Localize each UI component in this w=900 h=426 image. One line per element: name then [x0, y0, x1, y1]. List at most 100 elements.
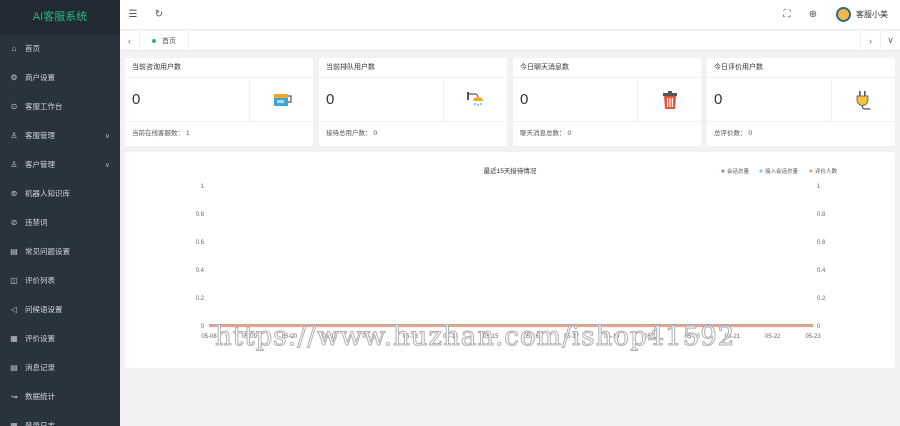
- sidebar-item[interactable]: ♙ 客户管理 ∨: [0, 150, 120, 179]
- users-icon: ♙: [10, 160, 18, 169]
- card-footer-label: 当前在线客服数：: [132, 130, 184, 137]
- sidebar-item-label: 客户管理: [25, 160, 55, 169]
- stat-cards: 当前咨询用户数 0 当前在线客服数： 1 当前排队用户数 0 接待总用户数： 0 今…: [125, 58, 895, 146]
- sidebar-item[interactable]: ◁ 问候语设置: [0, 295, 120, 324]
- y2-tick-label: 0: [817, 324, 821, 330]
- tab-more-icon[interactable]: ∨: [880, 30, 900, 51]
- card-footer-label: 接待总用户数：: [326, 130, 372, 137]
- sidebar-item-label: 消息记录: [25, 363, 55, 372]
- card-body: 0: [125, 77, 313, 122]
- y-tick-label: 1: [201, 184, 205, 190]
- sidebar-item[interactable]: ⚙ 商户设置: [0, 63, 120, 92]
- sidebar-item[interactable]: ▦ 评价设置: [0, 324, 120, 353]
- card-footer-value: 0: [748, 130, 753, 137]
- sidebar-item-label: 客服管理: [25, 131, 55, 140]
- card-value: 0: [326, 91, 335, 108]
- gear-icon: ⚙: [10, 73, 18, 82]
- message-icon: ▤: [10, 363, 18, 372]
- tab-label: 首页: [162, 37, 176, 45]
- stat-card: 当前咨询用户数 0 当前在线客服数： 1: [125, 58, 313, 146]
- log-icon: ▦: [10, 421, 18, 426]
- workbench-icon: ⊙: [10, 102, 18, 111]
- sidebar-item-label: 机器人知识库: [25, 189, 70, 198]
- sidebar-item[interactable]: ▦ 登录日志: [0, 411, 120, 426]
- card-footer-label: 总评价数：: [714, 130, 747, 137]
- sidebar-item-label: 首页: [25, 44, 40, 53]
- card-footer: 当前在线客服数： 1: [125, 122, 313, 146]
- sidebar-item[interactable]: ♙ 客服管理 ∨: [0, 121, 120, 150]
- username[interactable]: 客服小美: [856, 9, 888, 20]
- y2-tick-label: 0.8: [817, 212, 826, 218]
- y-tick-label: 0.4: [196, 268, 205, 274]
- sidebar-item[interactable]: ⊙ 客服工作台: [0, 92, 120, 121]
- chevron-down-icon: ∨: [104, 132, 110, 140]
- sidebar-item[interactable]: ↝ 数据统计: [0, 382, 120, 411]
- y2-tick-label: 0.2: [817, 296, 826, 302]
- card-title: 今日聊天消息数: [513, 58, 701, 78]
- sidebar-item-label: 问候语设置: [25, 305, 63, 314]
- card-title: 今日评价用户数: [707, 58, 895, 78]
- stat-card: 当前排队用户数 0 接待总用户数： 0: [319, 58, 507, 146]
- sidebar-item-label: 商户设置: [25, 73, 55, 82]
- x-tick-label: 05-23: [805, 334, 821, 340]
- robot-icon: ⊚: [10, 189, 18, 198]
- active-dot-icon: [152, 38, 156, 43]
- refresh-icon[interactable]: ↻: [146, 0, 172, 30]
- card-footer-value: 0: [373, 130, 378, 137]
- card-footer-value: 0: [567, 130, 572, 137]
- x-tick-label: 05-22: [765, 334, 781, 340]
- sidebar-item-label: 常见问题设置: [25, 247, 70, 256]
- y2-tick-label: 1: [817, 184, 821, 190]
- card-body: 0: [513, 77, 701, 122]
- stat-card: 今日聊天消息数 0 聊天消息总数： 0: [513, 58, 701, 146]
- header-right: ⛶ ⊕ 客服小美: [774, 0, 900, 30]
- tab-bar: ‹ 首页 › ∨: [120, 30, 900, 51]
- tab-home[interactable]: 首页: [140, 30, 189, 51]
- avatar[interactable]: [836, 7, 851, 22]
- card-value: 0: [520, 91, 529, 108]
- card-title: 当前咨询用户数: [125, 58, 313, 78]
- menu-toggle-icon[interactable]: ☰: [120, 0, 146, 30]
- y-tick-label: 0: [201, 324, 205, 330]
- sidebar-item[interactable]: ⊚ 机器人知识库: [0, 179, 120, 208]
- sidebar-item[interactable]: ▤ 常见问题设置: [0, 237, 120, 266]
- y-tick-label: 0.8: [196, 212, 205, 218]
- legend-marker: [759, 169, 763, 173]
- card-value: 0: [132, 91, 141, 108]
- card-body: 0: [707, 77, 895, 122]
- globe-icon[interactable]: ⊕: [800, 0, 826, 30]
- card-value: 0: [714, 91, 723, 108]
- sidebar-item-label: 评价列表: [25, 276, 55, 285]
- legend-label: 接入会话总量: [765, 167, 799, 175]
- card-footer: 聊天消息总数： 0: [513, 122, 701, 146]
- sidebar-item-label: 数据统计: [25, 392, 55, 401]
- sidebar-item[interactable]: ⊘ 违禁词: [0, 208, 120, 237]
- sidebar-item[interactable]: ▤ 消息记录: [0, 353, 120, 382]
- fullscreen-icon[interactable]: ⛶: [774, 0, 800, 30]
- sidebar-item-label: 客服工作台: [25, 102, 63, 111]
- legend-marker: [809, 169, 813, 173]
- sidebar-item[interactable]: ◫ 评价列表: [0, 266, 120, 295]
- shower-icon: [443, 77, 507, 122]
- tab-next-icon[interactable]: ›: [860, 30, 880, 51]
- top-header: ☰ ↻ ⛶ ⊕ 客服小美: [120, 0, 900, 30]
- legend-label: 评价人数: [815, 167, 838, 175]
- tab-prev-icon[interactable]: ‹: [120, 30, 140, 51]
- comment-icon: ◫: [10, 276, 18, 285]
- y2-tick-label: 0.6: [817, 240, 826, 246]
- forbidden-icon: ⊘: [10, 218, 18, 227]
- faq-icon: ▤: [10, 247, 18, 256]
- watermark: https://www.huzhan.com/ishop41592: [214, 322, 736, 353]
- sidebar: AI客服系统 ⌂ 首页 ⚙ 商户设置 ⊙ 客服工作台 ♙ 客服管理 ∨ ♙ 客户管理 ∨ ⊚ 机器人知识库…: [0, 0, 120, 426]
- chevron-down-icon: ∨: [104, 161, 110, 169]
- send-icon: ◁: [10, 305, 18, 314]
- legend-marker: [721, 169, 725, 173]
- sidebar-menu: ⌂ 首页 ⚙ 商户设置 ⊙ 客服工作台 ♙ 客服管理 ∨ ♙ 客户管理 ∨ ⊚ 机器人知识库 ⊘ 违禁词 ▤ 常见…: [0, 34, 120, 426]
- card-footer-value: 1: [186, 130, 190, 137]
- sidebar-item-label: 违禁词: [25, 218, 48, 227]
- sidebar-item[interactable]: ⌂ 首页: [0, 34, 120, 63]
- y2-tick-label: 0.4: [817, 268, 826, 274]
- app-logo[interactable]: AI客服系统: [0, 0, 120, 34]
- plug-icon: [831, 77, 895, 122]
- chart-title: 最近15天接待情况: [484, 166, 537, 175]
